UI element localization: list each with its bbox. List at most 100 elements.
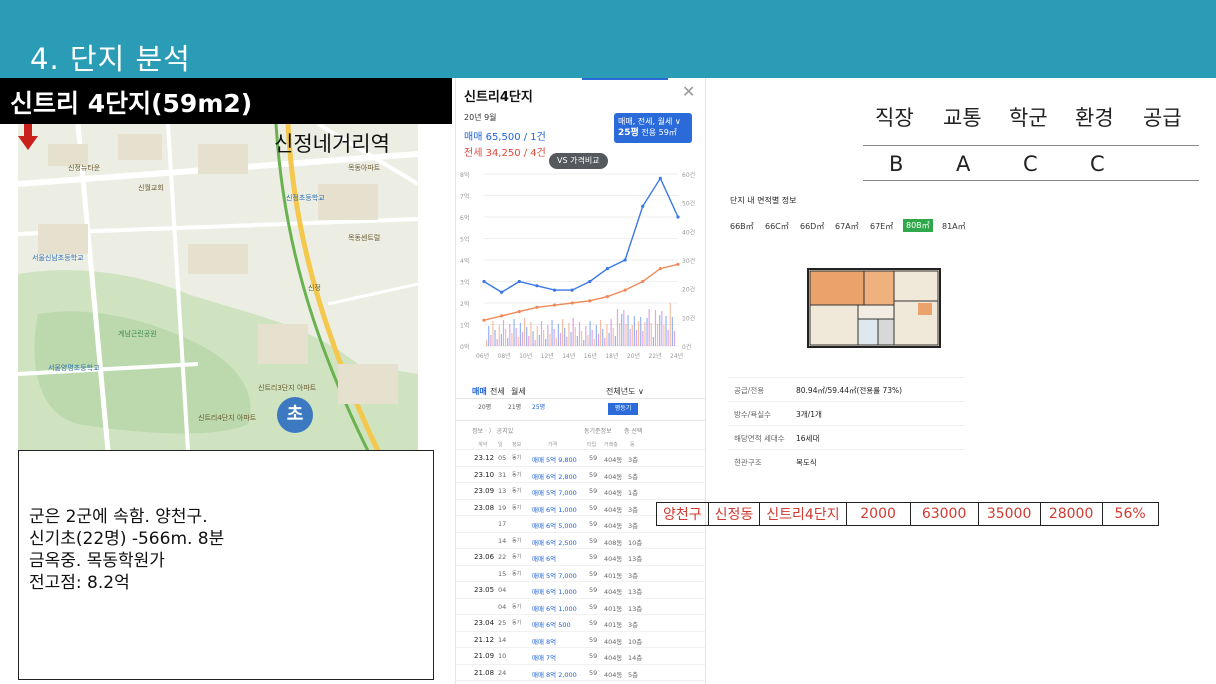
trade-filter-button[interactable]: 매매, 전세, 월세 ∨ 25평 전용 59㎡	[614, 113, 692, 143]
txn-row[interactable]: 23.04 25 동기 매매 6억 500 59 401동 3층	[456, 615, 705, 632]
txn-info-btn[interactable]: 동기준정보	[584, 426, 612, 435]
map-label[interactable]: 신정	[308, 284, 321, 292]
stat-c[interactable]: 25평	[532, 402, 545, 411]
info-key: 방수/욕실수	[734, 410, 772, 419]
x-tick-label: 16년	[584, 352, 597, 360]
volume-bar	[648, 309, 650, 346]
volume-bar	[568, 323, 570, 346]
txn-day: 19	[498, 503, 507, 512]
map-panel[interactable]: 신정네거리역 신트리4단지 아파트 신정초등학교 계남근린공원 서울신남초등학교…	[18, 124, 418, 451]
volume-bar	[659, 315, 661, 346]
eval-header: 학군	[1009, 106, 1048, 130]
year-select[interactable]: 전체년도 ∨	[606, 386, 644, 397]
txn-date: 23.05	[474, 586, 495, 594]
floor-plan-image[interactable]	[800, 259, 948, 355]
txn-floor: 404동	[604, 555, 623, 563]
volume-bar	[574, 327, 576, 346]
tab-jeonse[interactable]: 전세	[490, 386, 505, 397]
y2-tick-label: 60건	[682, 171, 695, 179]
location-marker-icon[interactable]	[18, 124, 38, 150]
plan-area-tabs: 66B㎡ 66C㎡ 66D㎡ 67A㎡ 67E㎡ 80B㎡ 81A㎡	[730, 219, 965, 235]
txn-cnt: 3층	[628, 456, 639, 464]
txn-row[interactable]: 23.06 22 동기 매매 6억 59 404동 13층	[456, 549, 705, 566]
txn-info[interactable]: 정보 · 〉 공지있	[472, 426, 513, 435]
txn-row[interactable]: 23.09 13 동기 매매 5억 7,000 59 404동 1층	[456, 483, 705, 500]
area-tab[interactable]: 81A㎡	[942, 221, 965, 232]
area-tab[interactable]: 66C㎡	[765, 221, 789, 232]
txn-row[interactable]: 15 동기 매매 5억 7,000 59 401동 3층	[456, 566, 705, 582]
txn-area: 59	[589, 536, 598, 545]
eval-grade: C	[1090, 152, 1105, 176]
volume-bar	[667, 330, 669, 346]
note-box: 군은 2군에 속함. 양천구. 신기초(22명) -566m. 8분 금옥중. …	[18, 450, 434, 680]
txn-price: 매매 6억 2,800	[532, 472, 577, 481]
txn-row[interactable]: 21.08 24 매매 8억 2,000 59 404동 5층	[456, 665, 705, 681]
x-tick-label: 24년	[670, 352, 683, 360]
txn-floor: 404동	[604, 489, 623, 497]
volume-bar	[629, 329, 631, 346]
school-icon[interactable]: 초	[277, 397, 313, 433]
volume-bar	[572, 318, 574, 346]
txn-floor: 404동	[604, 654, 623, 662]
area-tab-active[interactable]: 80B㎡	[903, 219, 933, 232]
txn-row[interactable]: 21.09 10 매매 7억 59 404동 14층	[456, 648, 705, 665]
txn-type: 동기	[512, 455, 522, 461]
txn-area: 59	[589, 487, 598, 495]
volume-bar	[591, 330, 593, 346]
volume-bar	[589, 321, 591, 346]
x-tick-label: 22년	[648, 352, 661, 360]
x-tick-label: 08년	[498, 352, 511, 360]
floor-select[interactable]: 층 선택	[624, 426, 642, 435]
map-label[interactable]: 서울신남초등학교	[32, 254, 84, 262]
area-tab[interactable]: 67A㎡	[835, 221, 859, 232]
txn-row[interactable]: 23.05 04 매매 6억 1,000 59 404동 13층	[456, 582, 705, 599]
summary-table: 양천구 신정동 신트리4단지 2000 63000 35000 28000 56…	[656, 502, 1159, 526]
tab-wolse[interactable]: 월세	[511, 386, 526, 397]
close-icon[interactable]: ✕	[682, 82, 695, 101]
series-point	[588, 279, 592, 284]
txn-day: 04	[498, 602, 507, 611]
volume-bar	[578, 322, 581, 346]
map-label[interactable]: 신월교회	[138, 184, 164, 192]
map-label[interactable]: 목동아파트	[348, 164, 380, 172]
txn-row[interactable]: 21.12 14 매매 8억 59 404동 10층	[456, 632, 705, 648]
txn-row[interactable]: 14 동기 매매 6억 2,500 59 408동 10층	[456, 533, 705, 549]
area-tab[interactable]: 67E㎡	[870, 221, 893, 232]
y2-tick-label: 50건	[682, 200, 695, 208]
cell-households: 2000	[845, 502, 911, 526]
volume-bar	[610, 319, 612, 346]
area-tab[interactable]: 66D㎡	[800, 221, 824, 232]
stat-a[interactable]: 20평	[478, 402, 491, 411]
tab-sale[interactable]: 매매	[472, 386, 487, 397]
txn-type: 동기	[512, 471, 522, 478]
txn-row[interactable]: 04 동기 매매 6억 1,000 59 401동 13층	[456, 599, 705, 615]
plan-info-row: 공급/전용 80.94㎡/59.44㎡(전용률 73%)	[728, 377, 965, 401]
series-point	[605, 267, 610, 271]
volume-bar	[534, 340, 536, 346]
map-label[interactable]: 계남근린공원	[118, 330, 157, 338]
register-button[interactable]: 평등기	[608, 403, 638, 415]
map-label[interactable]: 신트리3단지 아파트	[258, 384, 316, 392]
txn-floor: 404동	[604, 522, 623, 530]
volume-bar	[665, 316, 667, 346]
txn-row[interactable]: 23.12 05 동기 매매 5억 9,800 59 404동 3층	[456, 450, 705, 467]
vs-compare-button[interactable]: VS 가격비교	[549, 153, 608, 169]
map-label[interactable]: 신트리4단지 아파트	[198, 414, 256, 422]
volume-bar	[585, 326, 587, 346]
map-label[interactable]: 신정뉴타운	[68, 164, 100, 172]
txn-cnt: 10층	[628, 538, 643, 547]
txn-floor: 404동	[604, 588, 623, 596]
stat-b[interactable]: 21평	[508, 402, 521, 411]
area-tab[interactable]: 66B㎡	[730, 221, 754, 232]
txn-row[interactable]: 23.10 31 동기 매매 6억 2,800 59 404동 5층	[456, 467, 705, 483]
cell-sale: 63000	[909, 502, 979, 526]
map-label[interactable]: 신정초등학교	[286, 194, 325, 202]
cell-dong: 신정동	[707, 502, 761, 526]
volume-bar	[602, 329, 604, 346]
map-label[interactable]: 서울양명초등학교	[48, 364, 100, 372]
map-label[interactable]: 목동센트럴	[348, 234, 380, 242]
map-background	[18, 124, 418, 451]
series-point	[676, 215, 680, 219]
txn-day: 05	[498, 454, 507, 462]
volume-bar	[486, 340, 488, 346]
